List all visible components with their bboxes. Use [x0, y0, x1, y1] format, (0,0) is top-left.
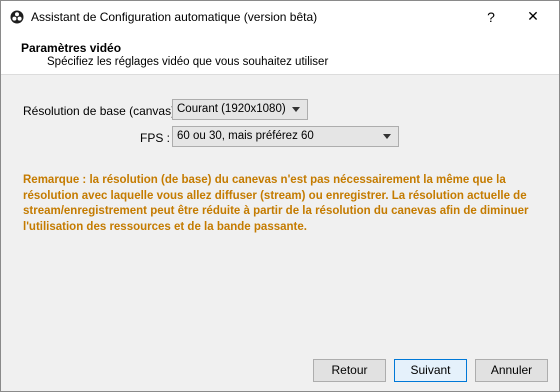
help-button[interactable]: ?: [471, 1, 511, 32]
resolution-label: Résolution de base (canvas) :: [23, 104, 182, 118]
page-title: Paramètres vidéo: [21, 41, 122, 55]
back-button[interactable]: Retour: [313, 359, 386, 382]
resolution-value: Courant (1920x1080): [177, 103, 286, 115]
obs-logo-icon: [10, 10, 24, 24]
cancel-button[interactable]: Annuler: [475, 359, 548, 382]
resolution-dropdown[interactable]: Courant (1920x1080): [172, 99, 308, 120]
page-header: Paramètres vidéo Spécifiez les réglages …: [1, 32, 559, 75]
fps-label: FPS :: [140, 131, 171, 145]
close-button[interactable]: ✕: [513, 1, 553, 32]
window-title: Assistant de Configuration automatique (…: [31, 10, 318, 24]
resolution-note: Remarque : la résolution (de base) du ca…: [23, 174, 529, 233]
chevron-down-icon: [292, 107, 300, 112]
chevron-down-icon: [383, 134, 391, 139]
wizard-window: Assistant de Configuration automatique (…: [0, 0, 560, 392]
close-icon: ✕: [527, 8, 539, 24]
help-icon: ?: [487, 8, 495, 25]
page-subtitle: Spécifiez les réglages vidéo que vous so…: [47, 56, 329, 68]
next-button[interactable]: Suivant: [394, 359, 467, 382]
fps-value: 60 ou 30, mais préférez 60: [177, 130, 314, 142]
title-bar[interactable]: Assistant de Configuration automatique (…: [1, 1, 559, 32]
fps-dropdown[interactable]: 60 ou 30, mais préférez 60: [172, 126, 399, 147]
